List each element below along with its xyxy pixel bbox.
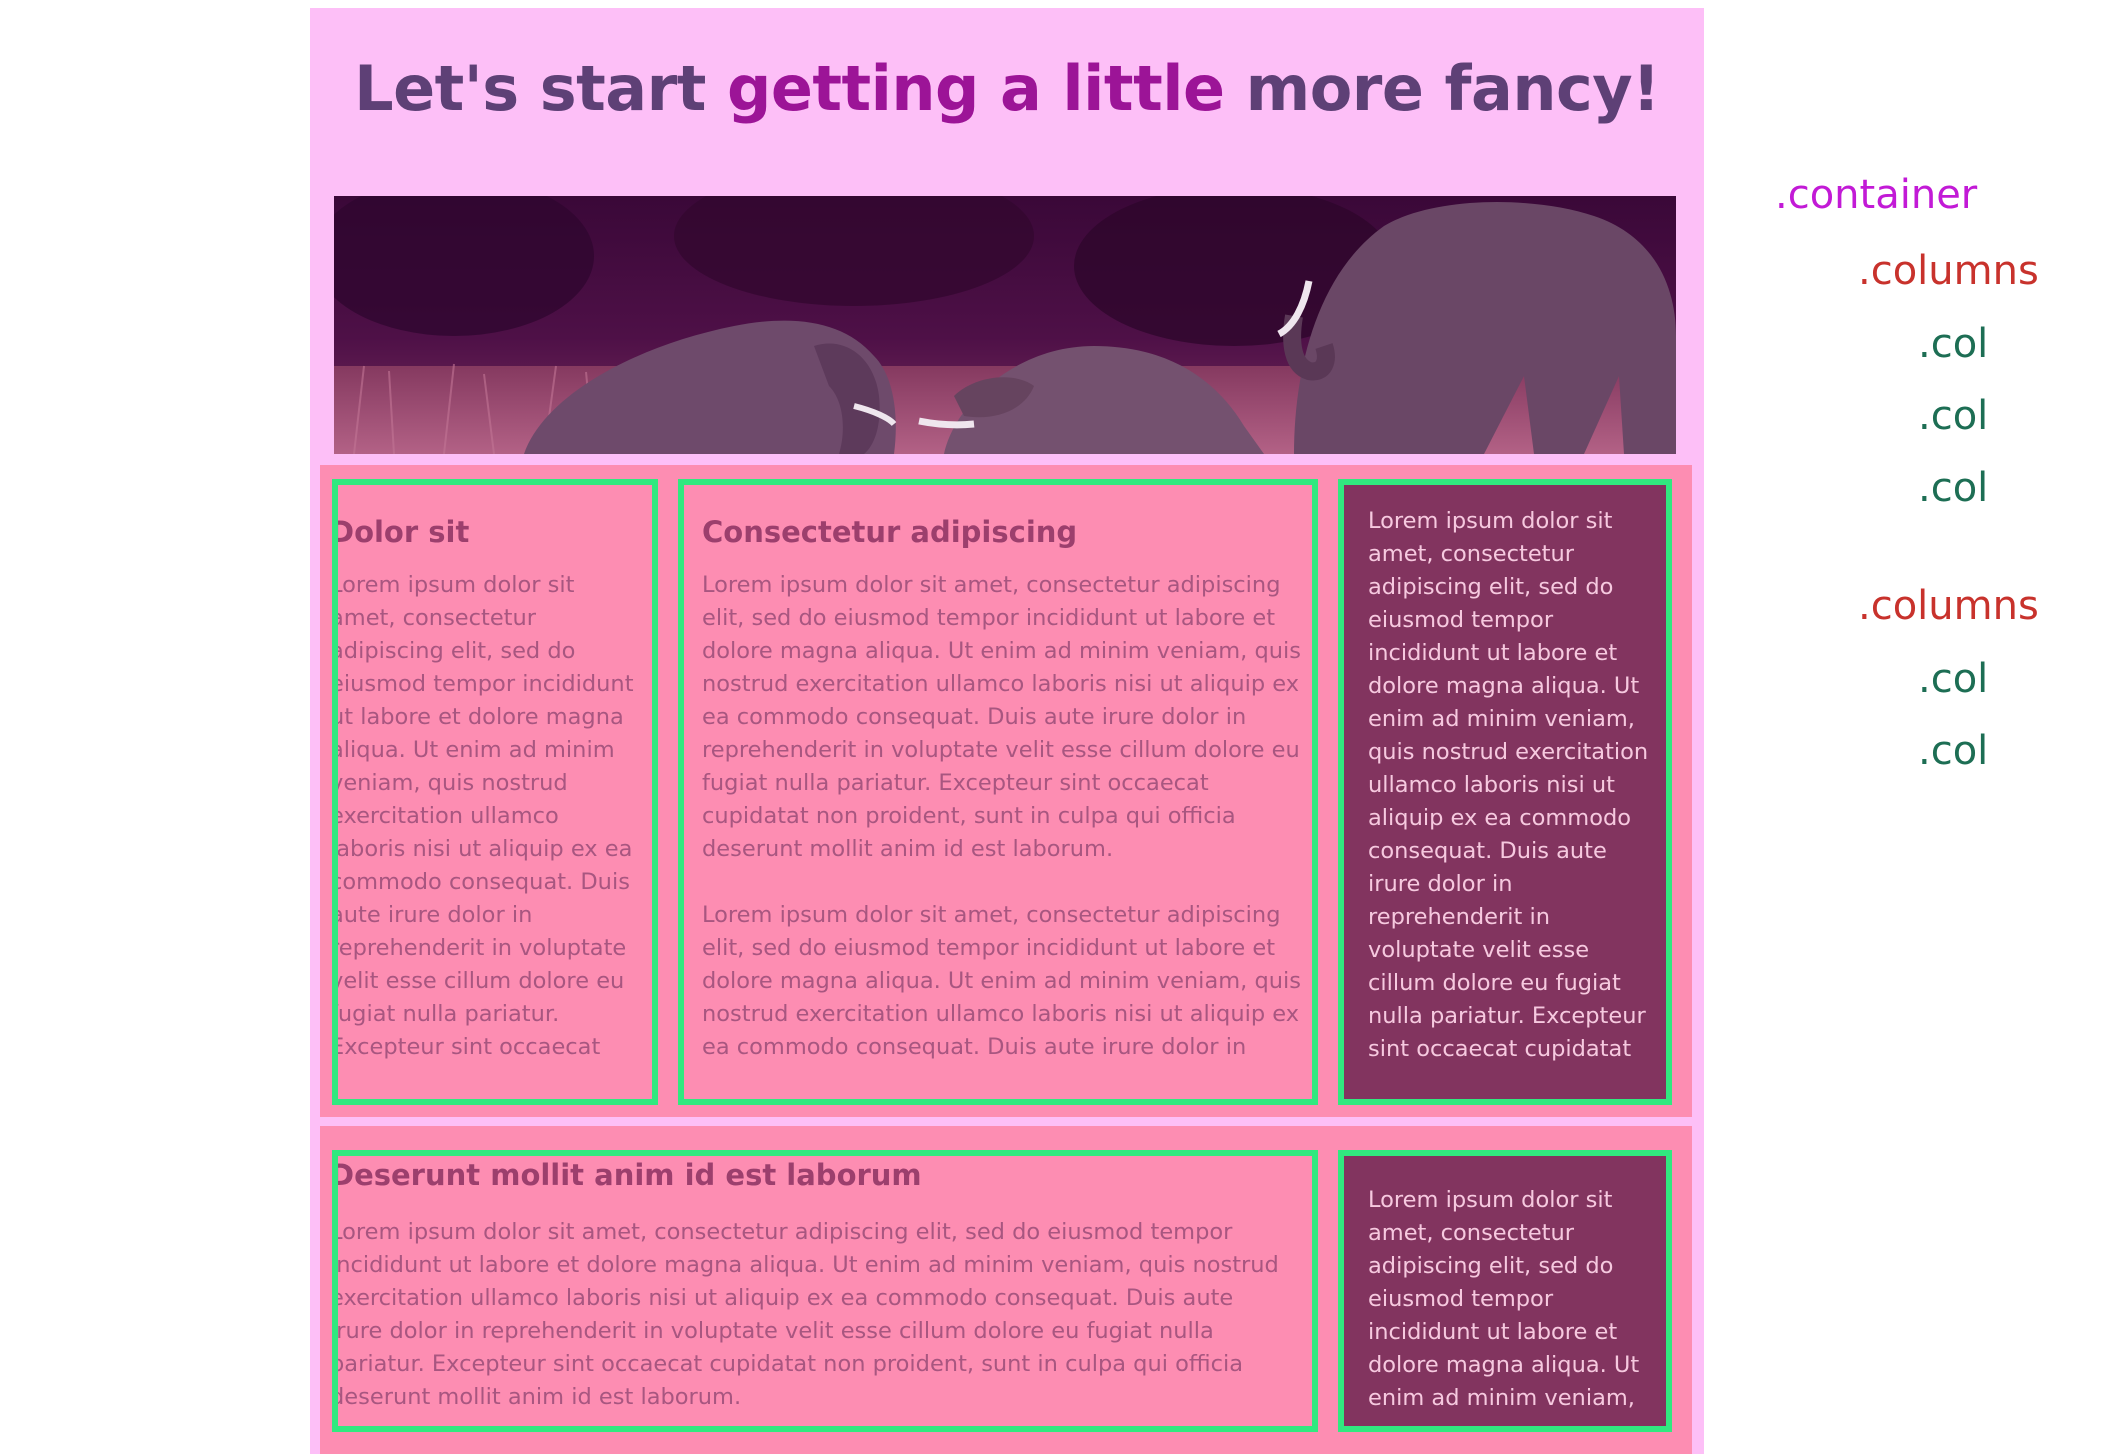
label-col: .col [1918, 393, 1989, 439]
label-columns: .columns [1858, 248, 2039, 294]
col-dark-text: Lorem ipsum dolor sit amet, consectetur … [1338, 479, 1672, 1105]
label-col: .col [1918, 465, 1989, 511]
col-heading: Consectetur adipiscing [702, 515, 1078, 549]
label-columns: .columns [1858, 583, 2039, 629]
title-accent: getting a little [726, 52, 1225, 125]
col-deserunt: Deserunt mollit anim id est laborum Lore… [332, 1150, 1318, 1432]
col-heading: Dolor sit [332, 515, 470, 549]
title-end: more fancy! [1224, 52, 1661, 125]
title-start: Let's start [354, 52, 727, 125]
col-dolor-sit: Dolor sit Lorem ipsum dolor sit amet, co… [332, 479, 658, 1105]
hero-image [334, 196, 1676, 454]
col-text: Lorem ipsum dolor sit amet, consectetur … [1368, 508, 1649, 1062]
columns-row-1: Dolor sit Lorem ipsum dolor sit amet, co… [320, 465, 1692, 1117]
col-text: Lorem ipsum dolor sit amet, consectetur … [332, 572, 634, 1060]
col-text: Lorem ipsum dolor sit amet, consectetur … [1368, 1187, 1640, 1411]
label-container: .container [1775, 172, 1978, 218]
elephants-image [334, 196, 1676, 454]
page-title: Let's start getting a little more fancy! [310, 52, 1704, 125]
col-consectetur: Consectetur adipiscing Lorem ipsum dolor… [678, 479, 1318, 1105]
col-heading: Deserunt mollit anim id est laborum [332, 1158, 922, 1192]
col-text: Lorem ipsum dolor sit amet, consectetur … [702, 902, 1301, 1060]
label-col: .col [1918, 728, 1989, 774]
label-col: .col [1918, 656, 1989, 702]
columns-row-2: Deserunt mollit anim id est laborum Lore… [320, 1126, 1692, 1454]
page-canvas: Let's start getting a little more fancy! [0, 0, 2104, 1454]
col-text: Lorem ipsum dolor sit amet, consectetur … [332, 1219, 1279, 1410]
col-dark-text: Lorem ipsum dolor sit amet, consectetur … [1338, 1150, 1672, 1432]
col-text: Lorem ipsum dolor sit amet, consectetur … [702, 572, 1301, 862]
container: Let's start getting a little more fancy! [310, 8, 1704, 1454]
label-col: .col [1918, 321, 1989, 367]
